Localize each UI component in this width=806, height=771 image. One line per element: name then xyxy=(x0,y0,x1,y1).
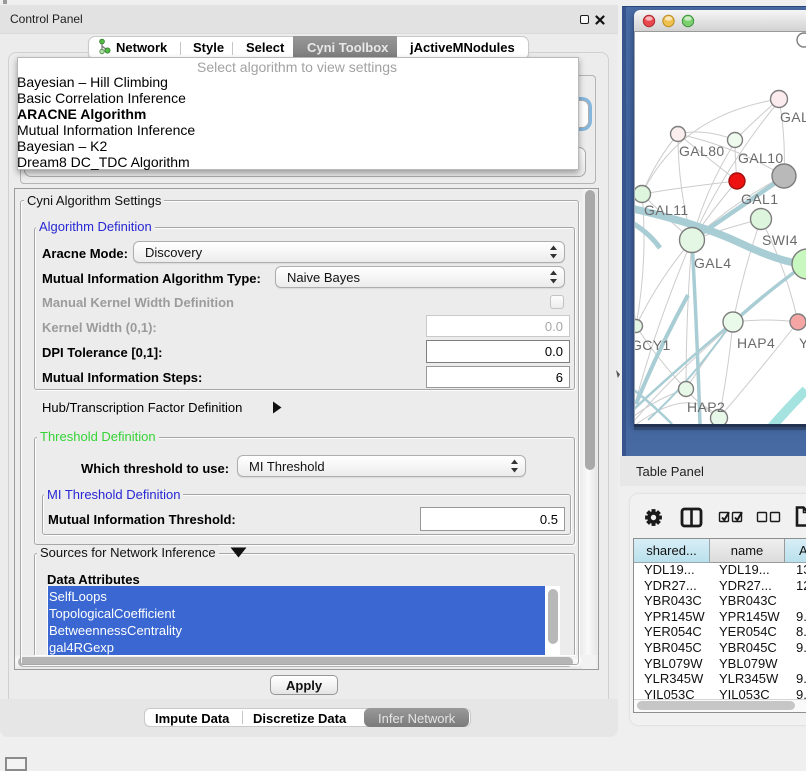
svg-text:GAL1: GAL1 xyxy=(741,191,778,207)
svg-text:HAP2: HAP2 xyxy=(687,399,725,415)
svg-text:HAP4: HAP4 xyxy=(737,335,775,351)
svg-text:YM: YM xyxy=(799,335,806,351)
svg-text:SWI4: SWI4 xyxy=(762,232,798,248)
svg-text:GAL10: GAL10 xyxy=(738,150,784,166)
svg-text:GAL4: GAL4 xyxy=(694,255,731,271)
svg-text:GAL11: GAL11 xyxy=(644,202,689,218)
svg-text:GCY1: GCY1 xyxy=(635,337,671,353)
svg-text:GAL7: GAL7 xyxy=(780,109,806,125)
svg-text:GAL80: GAL80 xyxy=(679,143,725,159)
